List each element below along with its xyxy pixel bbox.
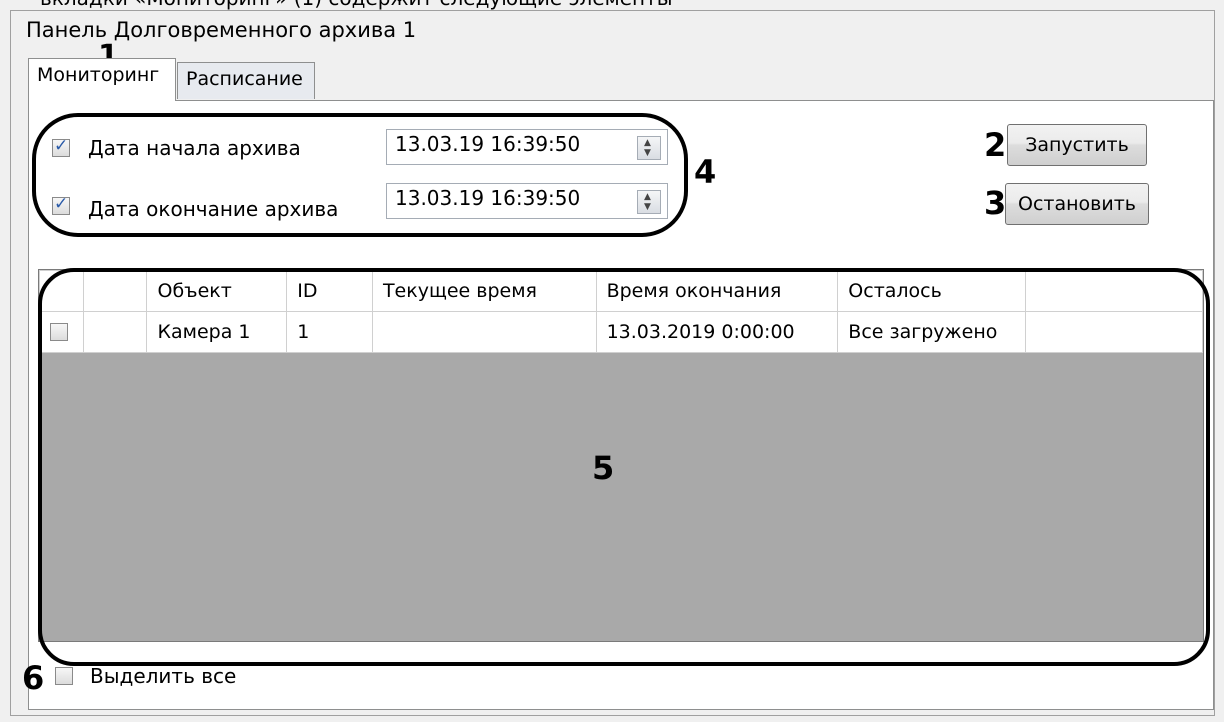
column-header-filler [1025, 270, 1203, 312]
annotation-3: 3 [984, 184, 1007, 222]
column-header-end-time[interactable]: Время окончания [595, 270, 839, 312]
row-filler-cell [1025, 311, 1203, 353]
end-date-value: 13.03.19 16:39:50 [395, 186, 581, 210]
end-date-field[interactable]: 13.03.19 16:39:50 ▲ ▼ [386, 183, 668, 219]
row-id-cell: 1 [286, 311, 373, 353]
tab-monitoring[interactable]: Мониторинг [28, 58, 176, 101]
end-date-checkbox[interactable] [52, 194, 70, 215]
row-remaining-cell: Все загружено [837, 311, 1027, 353]
header-caption: вкладки «Мониторинг» (1) содержит следую… [40, 0, 673, 10]
column-header-id[interactable]: ID [286, 270, 373, 312]
table-row[interactable]: Камера 1 1 13.03.2019 0:00:00 Все загруж… [39, 311, 1203, 353]
start-button[interactable]: Запустить [1007, 124, 1147, 166]
start-date-label: Дата начала архива [88, 136, 301, 160]
window-title: Панель Долговременного архива 1 [26, 18, 417, 42]
row-blank-cell [82, 311, 148, 353]
row-select-cell[interactable] [39, 311, 84, 353]
end-date-spinner[interactable]: ▲ ▼ [637, 190, 661, 214]
annotation-4: 4 [694, 153, 717, 191]
end-date-label: Дата окончание архива [88, 197, 339, 221]
row-current-time-cell [371, 311, 597, 353]
column-header-blank[interactable] [82, 270, 148, 312]
row-object-cell: Камера 1 [146, 311, 288, 353]
select-all-label: Выделить все [90, 664, 237, 688]
annotation-5: 5 [592, 449, 615, 487]
start-date-value: 13.03.19 16:39:50 [395, 132, 581, 156]
column-header-remaining[interactable]: Осталось [837, 270, 1027, 312]
row-checkbox[interactable] [50, 323, 68, 341]
screenshot-frame: вкладки «Мониторинг» (1) содержит следую… [0, 0, 1224, 722]
column-header-object[interactable]: Объект [146, 270, 288, 312]
stop-button[interactable]: Остановить [1005, 183, 1149, 225]
column-header-current-time[interactable]: Текущее время [371, 270, 597, 312]
row-end-time-cell: 13.03.2019 0:00:00 [595, 311, 839, 353]
start-date-spinner[interactable]: ▲ ▼ [637, 136, 661, 160]
start-date-checkbox[interactable] [52, 136, 70, 157]
download-grid[interactable]: Объект ID Текущее время Время окончания … [38, 269, 1204, 642]
column-header-select[interactable] [39, 270, 84, 312]
annotation-2: 2 [984, 126, 1007, 164]
select-all-checkbox[interactable] [55, 667, 73, 685]
download-table: Объект ID Текущее время Время окончания … [39, 270, 1203, 353]
annotation-6: 6 [22, 659, 45, 697]
tab-schedule[interactable]: Расписание [177, 62, 315, 99]
table-header-row: Объект ID Текущее время Время окончания … [39, 270, 1203, 312]
start-date-field[interactable]: 13.03.19 16:39:50 ▲ ▼ [386, 129, 668, 165]
